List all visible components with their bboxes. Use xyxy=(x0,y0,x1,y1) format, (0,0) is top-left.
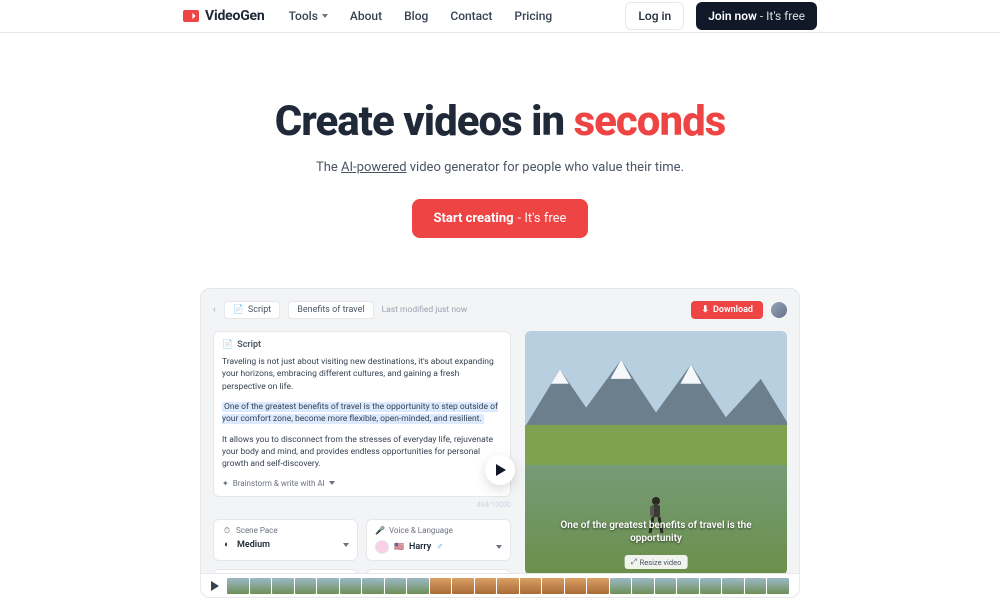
hero-subtitle: The AI-powered video generator for peopl… xyxy=(0,160,1000,175)
site-header: VideoGen Tools About Blog Contact Pricin… xyxy=(0,0,1000,33)
auth-area: Log in Join now - It's free xyxy=(625,2,817,30)
nav-pricing-label: Pricing xyxy=(514,9,552,23)
hero-title-b: seconds xyxy=(574,97,726,146)
chevron-down-icon xyxy=(343,543,349,547)
male-icon: ♂ xyxy=(436,541,443,552)
chevron-down-icon xyxy=(329,481,335,485)
join-suffix: - It's free xyxy=(757,9,805,23)
mic-icon: 🎤 xyxy=(375,526,385,536)
demo-topbar: ‹ 📄 Script Benefits of travel Last modif… xyxy=(213,301,787,319)
script-paragraph-3[interactable]: It allows you to disconnect from the str… xyxy=(222,434,502,471)
voice-language-card[interactable]: 🎤Voice & Language 🇺🇸 Harry ♂ xyxy=(366,519,511,561)
timeline-thumbs[interactable] xyxy=(227,578,789,594)
demo-panel: ‹ 📄 Script Benefits of travel Last modif… xyxy=(200,288,800,598)
crumb2-label: Benefits of travel xyxy=(297,305,364,315)
crumb-script[interactable]: 📄 Script xyxy=(224,301,281,319)
voice-avatar xyxy=(375,540,389,554)
avatar[interactable] xyxy=(771,302,787,318)
preview-caption: One of the greatest benefits of travel i… xyxy=(535,519,777,545)
nav-tools[interactable]: Tools xyxy=(289,9,328,23)
nav-blog[interactable]: Blog xyxy=(404,9,428,23)
crumb1-label: Script xyxy=(248,305,271,315)
nav-blog-label: Blog xyxy=(404,9,428,23)
hero-title: Create videos in seconds xyxy=(0,97,1000,146)
nav-pricing[interactable]: Pricing xyxy=(514,9,552,23)
cta-label: Start creating xyxy=(434,211,514,226)
download-label: Download xyxy=(713,305,753,315)
scene-pace-title: Scene Pace xyxy=(236,526,278,535)
nav-contact[interactable]: Contact xyxy=(450,9,492,23)
video-preview[interactable]: One of the greatest benefits of travel i… xyxy=(525,331,787,575)
resize-icon: ⤢ xyxy=(631,557,637,567)
brainstorm-ai-button[interactable]: ✦ Brainstorm & write with AI xyxy=(222,479,335,488)
voice-value: Harry xyxy=(409,542,431,552)
file-icon: 📄 xyxy=(233,305,244,315)
scene-pace-card[interactable]: ⏱ Scene Pace ◐ Medium xyxy=(213,519,358,561)
play-demo-button[interactable] xyxy=(485,455,515,485)
play-icon[interactable] xyxy=(211,581,219,591)
back-icon[interactable]: ‹ xyxy=(213,305,216,315)
script-heading: 📄 Script xyxy=(222,340,502,350)
nav-about-label: About xyxy=(350,9,382,23)
voice-title: Voice & Language xyxy=(389,526,453,535)
sub-b: video generator for people who value the… xyxy=(407,160,684,175)
gauge-icon: ◐ xyxy=(222,540,232,550)
resize-video-button[interactable]: ⤢ Resize video xyxy=(625,555,688,569)
ai-powered-link[interactable]: AI-powered xyxy=(341,160,407,175)
nav-contact-label: Contact xyxy=(450,9,492,23)
nav-about[interactable]: About xyxy=(350,9,382,23)
scene-pace-value: Medium xyxy=(237,540,270,550)
download-icon: ⬇ xyxy=(701,305,709,315)
brainstorm-label: Brainstorm & write with AI xyxy=(233,479,325,488)
script-paragraph-1[interactable]: Traveling is not just about visiting new… xyxy=(222,356,502,393)
nav-tools-label: Tools xyxy=(289,9,318,23)
char-counter: 494/10000 xyxy=(213,501,511,509)
preview-scenery xyxy=(525,331,787,465)
script-paragraph-2-selected[interactable]: One of the greatest benefits of travel i… xyxy=(222,402,498,424)
login-label: Log in xyxy=(638,9,671,23)
hero: Create videos in seconds The AI-powered … xyxy=(0,33,1000,238)
script-heading-label: Script xyxy=(237,340,261,350)
brand[interactable]: VideoGen xyxy=(183,8,265,24)
chevron-down-icon xyxy=(496,545,502,549)
resize-label: Resize video xyxy=(640,558,682,567)
gauge-icon: ⏱ xyxy=(222,526,232,536)
login-button[interactable]: Log in xyxy=(625,2,684,30)
join-button[interactable]: Join now - It's free xyxy=(696,2,817,30)
right-column: One of the greatest benefits of travel i… xyxy=(525,331,787,598)
brand-icon xyxy=(183,10,199,22)
script-box: 📄 Script Traveling is not just about vis… xyxy=(213,331,511,497)
start-creating-button[interactable]: Start creating - It's free xyxy=(412,199,589,238)
brand-text: VideoGen xyxy=(205,8,265,24)
timeline[interactable] xyxy=(201,573,799,597)
cta-suffix: - It's free xyxy=(518,211,567,226)
last-modified: Last modified just now xyxy=(382,305,468,315)
hero-title-a: Create videos in xyxy=(275,97,574,146)
join-label: Join now xyxy=(708,9,757,23)
chevron-down-icon xyxy=(322,14,328,18)
script-icon: 📄 xyxy=(222,340,233,350)
primary-nav: Tools About Blog Contact Pricing xyxy=(289,9,626,23)
sparkle-icon: ✦ xyxy=(222,479,229,488)
sub-a: The xyxy=(316,160,341,175)
left-column: 📄 Script Traveling is not just about vis… xyxy=(213,331,511,598)
download-button[interactable]: ⬇ Download xyxy=(691,301,763,319)
crumb-title[interactable]: Benefits of travel xyxy=(288,301,373,319)
